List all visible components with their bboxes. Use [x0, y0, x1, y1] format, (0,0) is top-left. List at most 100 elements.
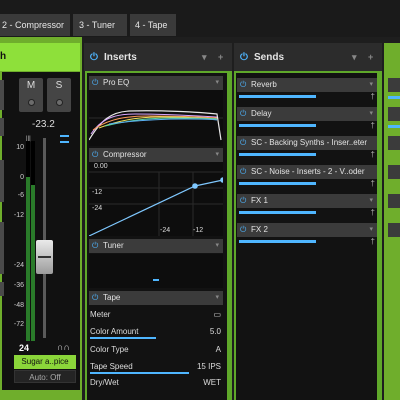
solo-indicator [56, 99, 63, 106]
meter-scale-tick: 0 [20, 174, 24, 181]
next-channel-slot[interactable] [388, 136, 400, 150]
meter-scale-tick: -12 [13, 212, 24, 219]
compressor-curve-display: 0.00 -12 -24 -24 -12 [88, 162, 226, 237]
power-icon[interactable]: ⏻ [92, 239, 98, 253]
chevron-down-icon[interactable]: ▾ [369, 107, 373, 121]
channel-side-button[interactable] [0, 282, 4, 296]
tab-tape[interactable]: 4 - Tape [130, 14, 176, 36]
send-level-bar[interactable] [239, 211, 316, 214]
next-channel-slot[interactable] [388, 165, 400, 179]
automation-mode[interactable]: Auto: Off [14, 370, 76, 383]
param-bar [90, 372, 189, 374]
tuner-display [89, 254, 223, 288]
power-icon[interactable]: ⏻ [240, 194, 246, 208]
volume-fader-track[interactable] [43, 138, 46, 338]
send-reverb[interactable]: ⏻ Reverb ▾ † [237, 78, 377, 104]
send-delay[interactable]: ⏻ Delay ▾ † [237, 107, 377, 133]
compressor-axis-y: -12 [92, 189, 103, 196]
eq-curve-display [88, 90, 223, 146]
tab-compressor[interactable]: 2 - Compressor [0, 14, 70, 36]
add-icon[interactable]: + [368, 52, 373, 62]
param-dry-wet[interactable]: Dry/Wet WET [89, 376, 223, 390]
chevron-down-icon[interactable]: ▾ [369, 223, 373, 237]
send-level-bar[interactable] [239, 124, 316, 127]
solo-button[interactable]: S [47, 78, 71, 112]
chevron-down-icon[interactable]: ▾ [215, 148, 219, 162]
param-color-type[interactable]: Color Type A [89, 343, 223, 357]
insert-pro-eq[interactable]: ⏻ Pro EQ ▾ [89, 76, 223, 90]
insert-tape[interactable]: ⏻ Tape ▾ [89, 291, 223, 305]
next-channel-level [388, 96, 400, 99]
level-readout: -23.2 [32, 119, 55, 130]
pan-icon[interactable]: † [371, 208, 375, 217]
inserts-header: ⏻ Inserts ▾ + [84, 43, 232, 71]
insert-tuner[interactable]: ⏻ Tuner ▾ [89, 239, 223, 253]
param-bar [90, 337, 156, 339]
meter-options-icon[interactable] [60, 135, 69, 143]
mute-button[interactable]: M [19, 78, 43, 112]
channel-side-button[interactable] [0, 80, 4, 110]
send-fx-1[interactable]: ⏻ FX 1 ▾ † [237, 194, 377, 220]
add-icon[interactable]: + [218, 52, 223, 62]
tuner-needle [153, 279, 159, 281]
power-icon[interactable]: ⏻ [240, 52, 248, 63]
compressor-axis-x: -24 [160, 227, 171, 234]
sends-title: Sends [254, 52, 285, 63]
chevron-down-icon[interactable]: ▾ [215, 291, 219, 305]
compressor-axis-y: -24 [92, 205, 103, 212]
chevron-down-icon[interactable]: ▾ [215, 76, 219, 90]
pan-icon[interactable]: † [371, 150, 375, 159]
level-meter-right-fill [31, 185, 35, 341]
send-level-bar[interactable] [239, 182, 316, 185]
volume-value: 24 [19, 343, 30, 353]
next-channel-slot[interactable] [388, 107, 400, 121]
channel-side-button[interactable] [0, 160, 4, 202]
chevron-down-icon[interactable]: ▾ [369, 194, 373, 208]
chevron-down-icon[interactable]: ▾ [352, 52, 357, 63]
power-icon[interactable]: ⏻ [92, 291, 98, 305]
power-icon[interactable]: ⏻ [240, 78, 246, 92]
chevron-down-icon[interactable]: ▾ [202, 52, 207, 63]
power-icon[interactable]: ⏻ [240, 107, 246, 121]
send-fx-2[interactable]: ⏻ FX 2 ▾ † [237, 223, 377, 249]
next-channel-slot[interactable] [388, 194, 400, 208]
power-icon[interactable]: ⏻ [92, 148, 98, 162]
pan-icon[interactable]: † [371, 92, 375, 101]
level-meter-left [26, 141, 30, 341]
send-level-bar[interactable] [239, 240, 316, 243]
chevron-down-icon[interactable]: ▾ [369, 78, 373, 92]
meter-scale-tick: -72 [13, 321, 24, 328]
meter-scale-tick: -6 [17, 192, 24, 199]
chevron-down-icon[interactable]: ▾ [215, 239, 219, 253]
channel-side-button[interactable] [0, 118, 4, 136]
channel-name: h [0, 51, 7, 62]
param-meter[interactable]: Meter ▭ [89, 308, 223, 322]
channel-name-header[interactable]: h [0, 43, 80, 71]
inserts-title: Inserts [104, 52, 137, 63]
param-color-amount[interactable]: Color Amount 5.0 [89, 325, 223, 339]
power-icon[interactable]: ⏻ [90, 52, 98, 63]
power-icon[interactable]: ⏻ [92, 76, 98, 90]
channel-side-button[interactable] [0, 222, 4, 274]
send-sc-backing-synths[interactable]: ⏻ SC - Backing Synths - Inser..eter † [237, 136, 377, 162]
meter-scale-tick: -48 [13, 302, 24, 309]
next-channel-level [388, 125, 400, 128]
pan-icon[interactable]: † [371, 121, 375, 130]
send-level-bar[interactable] [239, 153, 316, 156]
pan-icon[interactable]: † [371, 237, 375, 246]
pan-icon[interactable]: † [371, 179, 375, 188]
insert-compressor[interactable]: ⏻ Compressor ▾ [89, 148, 223, 162]
next-channel-slot[interactable] [388, 223, 400, 237]
preset-name[interactable]: Sugar a..pice [14, 355, 76, 369]
power-icon[interactable]: ⏻ [240, 165, 246, 179]
power-icon[interactable]: ⏻ [240, 136, 246, 150]
waveform-icon[interactable]: ∩∩ [57, 342, 71, 352]
send-sc-noise[interactable]: ⏻ SC - Noise - Inserts - 2 - V..oder † [237, 165, 377, 191]
volume-fader-handle[interactable] [36, 240, 53, 274]
next-channel-slot[interactable] [388, 78, 400, 92]
power-icon[interactable]: ⏻ [240, 223, 246, 237]
compressor-axis-x: -12 [193, 227, 204, 234]
param-tape-speed[interactable]: Tape Speed 15 IPS [89, 360, 223, 374]
send-level-bar[interactable] [239, 95, 316, 98]
tab-tuner[interactable]: 3 - Tuner [73, 14, 127, 36]
